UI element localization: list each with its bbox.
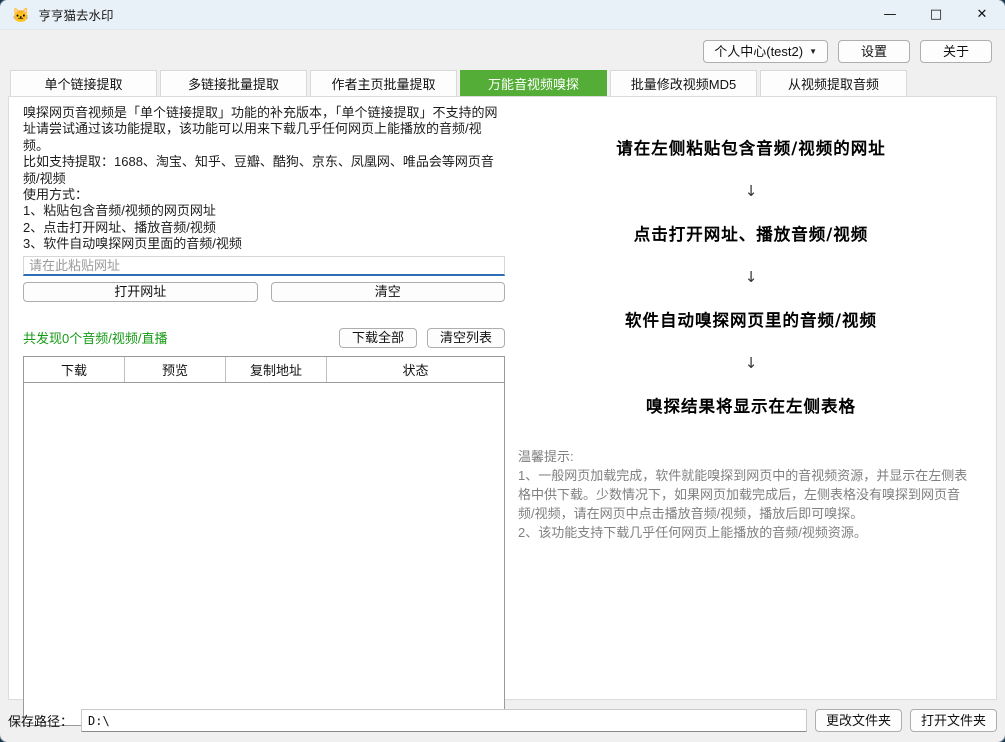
table-body-empty [24,383,504,725]
tab-universal-media-sniffer[interactable]: 万能音视频嗅探 [460,70,607,96]
warm-tips-text: 温馨提示: 1、一般网页加载完成，软件就能嗅探到网页中的音视频资源，并显示在左侧… [518,447,972,542]
cat-app-icon: 🐱 [12,8,29,22]
settings-button[interactable]: 设置 [838,40,910,63]
maximize-button[interactable]: □ [913,0,959,29]
app-window: 🐱 亨亨猫去水印 — □ ✕ 个人中心(test2) ▼ 设置 关于 单个链接提… [0,0,1005,742]
header-button-row: 个人中心(test2) ▼ 设置 关于 [0,30,1005,63]
window-controls: — □ ✕ [867,0,1005,29]
result-status-row: 共发现0个音频/视频/直播 下载全部 清空列表 [23,328,505,348]
url-action-row: 打开网址 清空 [23,282,505,302]
save-path-input[interactable] [81,709,807,732]
tab-author-homepage-batch-extract[interactable]: 作者主页批量提取 [310,70,457,96]
clear-list-button[interactable]: 清空列表 [427,328,505,348]
open-folder-button[interactable]: 打开文件夹 [910,709,997,732]
left-panel: 嗅探网页音视频是「单个链接提取」功能的补充版本，「单个链接提取」不支持的网址请尝… [9,97,506,699]
feature-description: 嗅探网页音视频是「单个链接提取」功能的补充版本，「单个链接提取」不支持的网址请尝… [23,105,505,253]
url-input[interactable] [23,256,505,276]
titlebar: 🐱 亨亨猫去水印 — □ ✕ [0,0,1005,30]
tab-batch-modify-video-md5[interactable]: 批量修改视频MD5 [610,70,757,96]
clear-url-button[interactable]: 清空 [271,282,506,302]
column-header-copy-address: 复制地址 [226,357,327,382]
account-center-button[interactable]: 个人中心(test2) ▼ [703,40,828,63]
table-header-row: 下载 预览 复制地址 状态 [24,357,504,383]
chevron-down-icon: ▼ [809,48,817,56]
about-button[interactable]: 关于 [920,40,992,63]
column-header-preview: 预览 [125,357,226,382]
right-panel: 请在左侧粘贴包含音频/视频的网址 ↓ 点击打开网址、播放音频/视频 ↓ 软件自动… [506,97,996,699]
tab-single-link-extract[interactable]: 单个链接提取 [10,70,157,96]
account-center-label: 个人中心(test2) [714,41,803,62]
window-title: 亨亨猫去水印 [38,5,113,24]
tab-bar: 单个链接提取 多链接批量提取 作者主页批量提取 万能音视频嗅探 批量修改视频MD… [0,63,1005,96]
down-arrow-icon: ↓ [506,182,996,200]
column-header-status: 状态 [327,357,504,382]
open-url-button[interactable]: 打开网址 [23,282,258,302]
instruction-step-3: 软件自动嗅探网页里的音频/视频 [506,307,996,331]
instruction-step-2: 点击打开网址、播放音频/视频 [506,221,996,245]
column-header-download: 下载 [24,357,125,382]
instruction-step-1: 请在左侧粘贴包含音频/视频的网址 [506,135,996,159]
tab-extract-audio-from-video[interactable]: 从视频提取音频 [760,70,907,96]
tab-multi-link-batch-extract[interactable]: 多链接批量提取 [160,70,307,96]
change-folder-button[interactable]: 更改文件夹 [815,709,902,732]
down-arrow-icon: ↓ [506,268,996,286]
down-arrow-icon: ↓ [506,354,996,372]
found-count-status: 共发现0个音频/视频/直播 [23,328,167,348]
instruction-step-4: 嗅探结果将显示在左侧表格 [506,393,996,417]
sniff-results-table: 下载 预览 复制地址 状态 [23,356,505,726]
tab-content-panel: 嗅探网页音视频是「单个链接提取」功能的补充版本，「单个链接提取」不支持的网址请尝… [8,96,997,700]
save-path-label: 保存路径： [8,711,73,730]
close-button[interactable]: ✕ [959,0,1005,29]
minimize-button[interactable]: — [867,0,913,29]
download-all-button[interactable]: 下载全部 [339,328,417,348]
